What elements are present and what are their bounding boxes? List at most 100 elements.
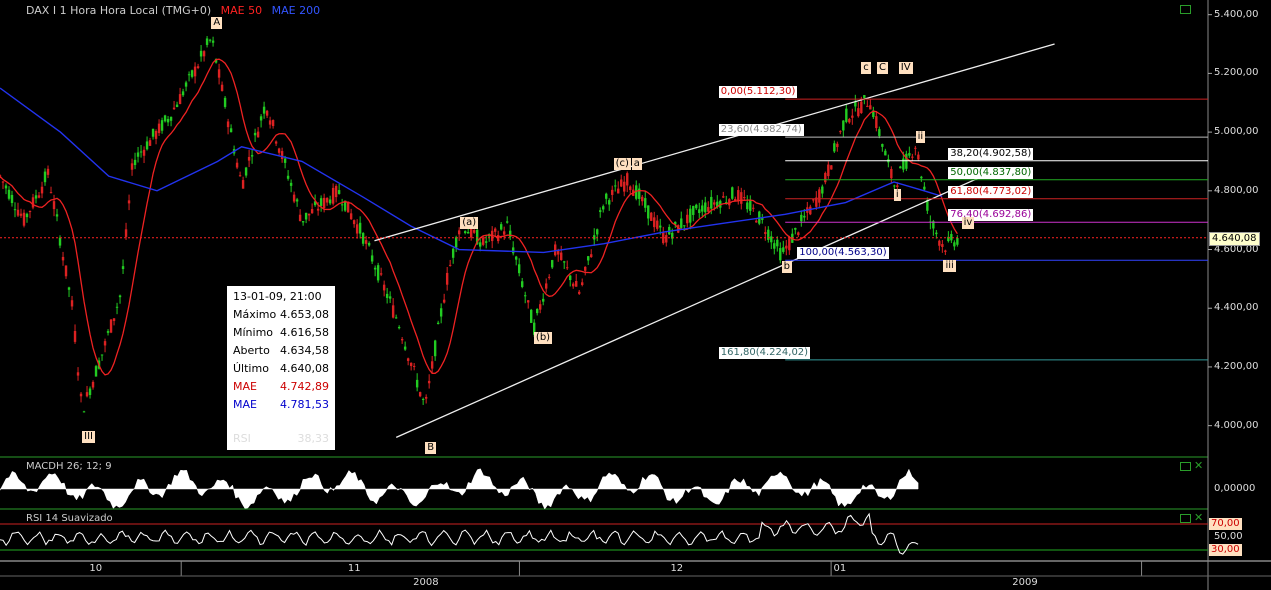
candle-body xyxy=(472,230,476,233)
candle-body xyxy=(614,185,617,187)
candle-body xyxy=(481,237,485,245)
candle-body xyxy=(304,212,308,220)
fib-label: 0,00(5.112,30) xyxy=(718,86,798,99)
candle-body xyxy=(845,108,848,122)
candle-body xyxy=(493,228,497,232)
candle-body xyxy=(656,220,659,229)
maximize-icon-macd[interactable] xyxy=(1180,462,1191,471)
candle-body xyxy=(692,205,695,215)
fib-label: 23,60(4.982,74) xyxy=(718,124,804,137)
candle-body xyxy=(803,215,806,218)
candle-body xyxy=(956,237,959,245)
candle-body xyxy=(596,229,599,235)
candle-body xyxy=(830,165,833,170)
candle-body xyxy=(1,181,5,183)
candle-body xyxy=(551,260,554,268)
candle-body xyxy=(106,331,110,333)
candle-body xyxy=(581,282,584,286)
candle-body xyxy=(542,298,545,302)
candle-body xyxy=(584,266,587,271)
candle-body xyxy=(262,106,266,114)
candle-body xyxy=(941,244,944,247)
candle-body xyxy=(767,229,770,240)
candle-body xyxy=(608,200,611,205)
candle-body xyxy=(352,220,356,225)
candle-body xyxy=(169,116,173,121)
candle-body xyxy=(893,185,896,187)
candle-body xyxy=(52,201,56,210)
fib-label: 38,20(4.902,58) xyxy=(948,147,1034,160)
candle-body xyxy=(283,158,287,163)
wave-label: B xyxy=(425,441,437,454)
mae50-line xyxy=(0,58,958,376)
wave-label: III xyxy=(82,431,95,444)
candle-body xyxy=(683,225,686,227)
candle-body xyxy=(115,306,119,308)
candle-body xyxy=(16,209,20,216)
candle-body xyxy=(689,208,692,223)
candle-body xyxy=(256,131,260,138)
candle-body xyxy=(881,144,884,147)
candle-body xyxy=(529,309,533,323)
candle-body xyxy=(79,393,83,397)
candle-body xyxy=(626,173,629,186)
candle-body xyxy=(704,202,707,213)
wave-label: a xyxy=(631,158,642,171)
candle-body xyxy=(857,108,860,117)
candle-body xyxy=(220,84,224,91)
candle-body xyxy=(466,231,470,234)
wave-label: i xyxy=(893,189,901,202)
candle-body xyxy=(415,379,419,388)
candle-body xyxy=(824,172,827,183)
chart-header: DAX I 1 Hora Hora Local (TMG+0) MAE 50 M… xyxy=(26,4,326,17)
y-tick-label: 4.800,00 xyxy=(1214,184,1259,196)
candle-body xyxy=(701,205,704,212)
candle-body xyxy=(64,265,68,277)
candle-body xyxy=(7,189,11,199)
candle-body xyxy=(250,155,254,157)
candle-body xyxy=(502,231,506,235)
candle-body xyxy=(665,235,668,243)
candle-body xyxy=(202,51,206,57)
info-row-high: Máximo 4.653,08 xyxy=(233,308,329,321)
maximize-icon-main[interactable] xyxy=(1180,5,1191,14)
candle-body xyxy=(208,39,212,41)
candle-body xyxy=(163,115,167,122)
candle-body xyxy=(25,213,29,218)
candle-body xyxy=(424,396,428,399)
x-tick-month: 12 xyxy=(670,563,684,574)
candle-body xyxy=(19,213,23,216)
candle-body xyxy=(121,266,125,270)
candle-body xyxy=(355,224,359,234)
candle-body xyxy=(241,180,245,189)
candle-body xyxy=(569,275,572,281)
candle-body xyxy=(463,231,467,234)
candle-body xyxy=(710,196,713,209)
candle-body xyxy=(557,250,560,255)
candle-body xyxy=(94,366,98,377)
candle-body xyxy=(899,166,902,169)
candle-body xyxy=(659,225,662,228)
candle-body xyxy=(205,38,209,45)
symbol-label[interactable]: DAX I 1 Hora Hora Local (TMG+0) xyxy=(26,4,211,17)
close-icon-rsi[interactable]: ✕ xyxy=(1194,512,1203,523)
maximize-icon-rsi[interactable] xyxy=(1180,514,1191,523)
price-chart[interactable] xyxy=(0,0,1271,590)
mae200-label[interactable]: MAE 200 xyxy=(272,4,320,17)
candle-body xyxy=(58,237,62,246)
candle-body xyxy=(391,305,395,318)
y-tick-label: 5.200,00 xyxy=(1214,67,1259,79)
candle-body xyxy=(746,202,749,210)
candle-body xyxy=(523,295,527,297)
candle-body xyxy=(421,399,425,401)
close-icon-macd[interactable]: ✕ xyxy=(1194,460,1203,471)
mae50-label[interactable]: MAE 50 xyxy=(221,4,262,17)
candle-body xyxy=(34,195,38,199)
candle-body xyxy=(82,411,86,413)
candle-body xyxy=(319,198,323,206)
candle-body xyxy=(388,296,392,299)
data-window: 13-01-09, 21:00 Máximo 4.653,08 Mínimo 4.6… xyxy=(227,286,335,450)
candle-body xyxy=(911,156,914,158)
candle-body xyxy=(190,70,194,77)
candle-body xyxy=(935,232,938,235)
